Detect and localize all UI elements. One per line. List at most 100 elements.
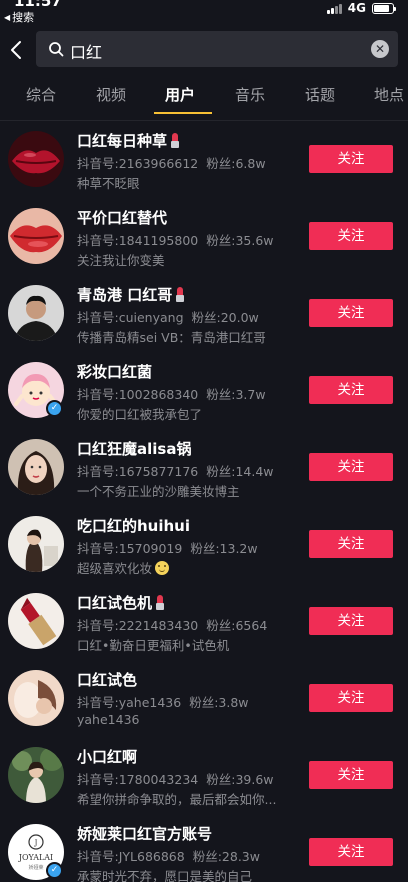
search-icon [49,42,64,57]
douyin-id: 抖音号:1780043234 [77,772,199,787]
smile-emoji-icon [155,560,170,575]
fans-count: 粉丝:3.7w [206,387,266,402]
fans-count: 粉丝:35.6w [206,233,274,248]
search-row: 口红 ✕ [0,30,408,70]
follow-button[interactable]: 关注 [309,453,393,481]
user-row[interactable]: 口红每日种草 抖音号:2163966612 粉丝:6.8w 种草不眨眼 关注 [0,121,408,198]
search-query: 口红 [70,43,103,62]
user-row[interactable]: 小口红啊 抖音号:1780043234 粉丝:39.6w 希望你拼命争取的，最后都… [0,737,408,814]
fans-count: 粉丝:13.2w [190,541,258,556]
avatar[interactable] [8,131,64,187]
user-description: 种草不眨眼 [77,176,140,191]
user-description: 你爱的口红被我承包了 [77,407,203,422]
user-row[interactable]: 口红狂魔alisa锅 抖音号:1675877176 粉丝:14.4w 一个不务正业… [0,429,408,506]
fans-count: 粉丝:6564 [206,618,268,633]
avatar[interactable] [8,670,64,726]
fans-count: 粉丝:6.8w [206,156,266,171]
user-name: 平价口红替代 [77,207,167,228]
avatar[interactable] [8,593,64,649]
follow-button[interactable]: 关注 [309,376,393,404]
follow-button[interactable]: 关注 [309,761,393,789]
user-description: 一个不务正业的沙雕美妆博主 [77,484,240,499]
douyin-id: 抖音号:2163966612 [77,156,199,171]
lipstick-icon [175,287,185,302]
follow-button[interactable]: 关注 [309,838,393,866]
user-meta: 抖音号:JYL686868 粉丝:28.3w [77,846,260,865]
user-row[interactable]: 吃口红的huihui 抖音号:15709019 粉丝:13.2w 超级喜欢化妆 关… [0,506,408,583]
status-bar: 11:57 ◀ 搜索 4G [0,0,408,28]
active-tab-indicator [154,112,212,114]
fans-count: 粉丝:14.4w [206,464,274,479]
follow-button[interactable]: 关注 [309,299,393,327]
user-description: 超级喜欢化妆 [77,558,170,577]
tab-videos[interactable]: 视频 [96,84,126,105]
follow-button[interactable]: 关注 [309,684,393,712]
signal-icon [326,3,342,14]
user-row[interactable]: J JOYALAI 娇娅莱 ✓ 娇娅莱口红官方账号 抖音号:JYL686868 粉… [0,814,408,882]
brand-logo-subtext: 娇娅莱 [28,864,43,871]
follow-button[interactable]: 关注 [309,530,393,558]
user-name-text: 娇娅莱口红官方账号 [77,825,213,843]
avatar[interactable] [8,208,64,264]
user-name: 小口红啊 [77,746,137,767]
tab-places[interactable]: 地点 [374,84,404,105]
user-meta: 抖音号:1675877176 粉丝:14.4w [77,461,274,480]
user-name: 吃口红的huihui [77,515,190,536]
user-name: 口红每日种草 [77,130,180,151]
user-name-text: 彩妆口红菌 [77,363,153,381]
user-meta: 抖音号:15709019 粉丝:13.2w [77,538,258,557]
lipstick-icon [170,133,180,148]
user-row[interactable]: 青岛港 口红哥 抖音号:cuienyang 粉丝:20.0w 传播青岛精sei V… [0,275,408,352]
avatar[interactable] [8,516,64,572]
user-row[interactable]: ✓ 彩妆口红菌 抖音号:1002868340 粉丝:3.7w 你爱的口红被我承包了… [0,352,408,429]
user-meta: 抖音号:1841195800 粉丝:35.6w [77,230,274,249]
user-meta: 抖音号:2163966612 粉丝:6.8w [77,153,266,172]
clear-icon[interactable]: ✕ [371,40,389,58]
user-meta: 抖音号:1780043234 粉丝:39.6w [77,769,274,788]
status-back-to-search[interactable]: ◀ 搜索 [4,9,34,25]
avatar[interactable] [8,439,64,495]
user-row[interactable]: 平价口红替代 抖音号:1841195800 粉丝:35.6w 关注我让你变美 关注 [0,198,408,275]
user-name: 青岛港 口红哥 [77,284,185,305]
back-triangle-icon: ◀ [4,12,11,22]
status-indicators: 4G [326,1,396,15]
user-meta: 抖音号:cuienyang 粉丝:20.0w [77,307,259,326]
follow-button[interactable]: 关注 [309,607,393,635]
avatar[interactable] [8,747,64,803]
user-description: 希望你拼命争取的，最后都会如你... [77,792,277,807]
user-name: 口红试色机 [77,592,165,613]
user-row[interactable]: 口红试色机 抖音号:2221483430 粉丝:6564 口红•勤奋日更福利•试色… [0,583,408,660]
user-name-text: 口红试色 [77,671,138,689]
tab-users[interactable]: 用户 [165,84,195,105]
brand-logo-text: JOYALAI [18,853,53,862]
tab-comprehensive[interactable]: 综合 [26,84,56,105]
fans-count: 粉丝:20.0w [191,310,259,325]
user-meta: 抖音号:2221483430 粉丝:6564 [77,615,267,634]
verified-badge-icon: ✓ [46,400,63,417]
douyin-id: 抖音号:cuienyang [77,310,184,325]
user-name: 娇娅莱口红官方账号 [77,823,212,844]
user-description: 承蒙时光不弃，愿口是美的自己 [77,869,253,882]
tab-topics[interactable]: 话题 [305,84,335,105]
follow-button[interactable]: 关注 [309,222,393,250]
douyin-id: 抖音号:1841195800 [77,233,199,248]
user-row[interactable]: 口红试色 抖音号:yahe1436 粉丝:3.8w yahe1436 关注 [0,660,408,737]
user-name-text: 口红狂魔alisa锅 [77,440,192,458]
network-label: 4G [347,1,366,15]
lipstick-icon [155,595,165,610]
follow-button[interactable]: 关注 [309,145,393,173]
douyin-id: 抖音号:15709019 [77,541,183,556]
user-description: yahe1436 [77,712,140,727]
battery-icon [372,2,396,14]
user-description: 口红•勤奋日更福利•试色机 [77,638,230,653]
search-input[interactable]: 口红 ✕ [36,31,398,67]
tab-music[interactable]: 音乐 [235,84,265,105]
douyin-id: 抖音号:1002868340 [77,387,199,402]
user-name: 口红试色 [77,669,137,690]
avatar[interactable] [8,285,64,341]
user-description-text: 超级喜欢化妆 [77,561,153,576]
douyin-id: 抖音号:1675877176 [77,464,199,479]
user-name-text: 口红试色机 [77,594,153,612]
fans-count: 粉丝:39.6w [206,772,274,787]
back-arrow-icon[interactable] [6,36,30,64]
